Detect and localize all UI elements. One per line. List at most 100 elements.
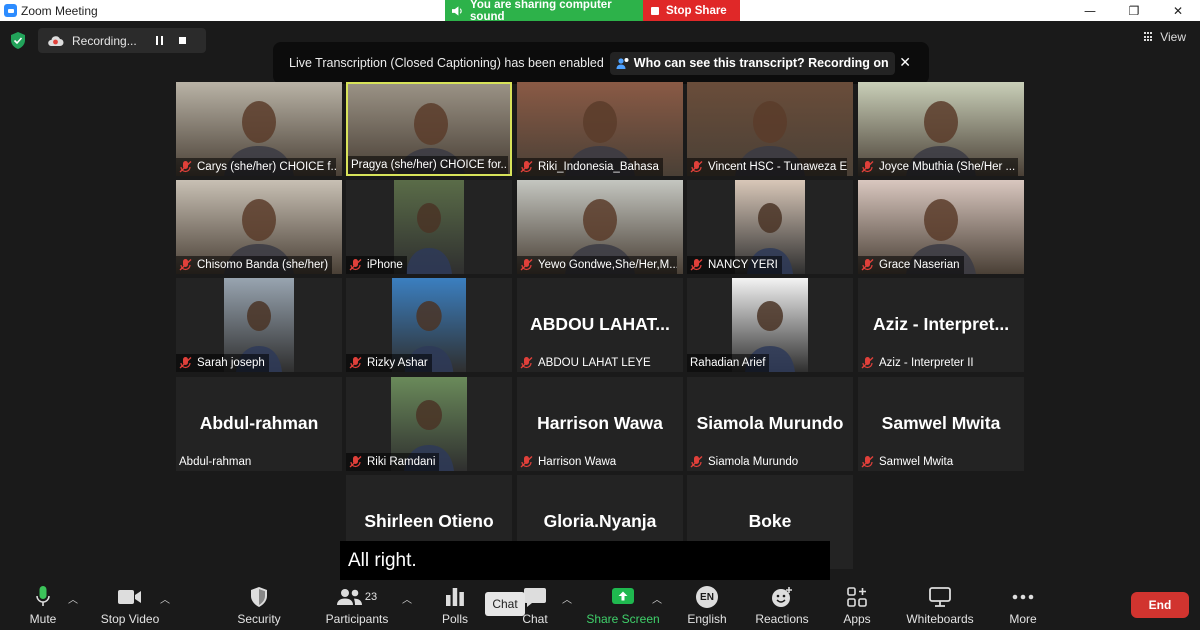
mute-button[interactable]: Mute [18,580,68,630]
caption-text: All right. [348,549,417,571]
participant-tile[interactable]: Pragya (she/her) CHOICE for... [346,82,512,176]
participant-name: Carys (she/her) CHOICE f... [197,161,336,173]
chat-label: Chat [522,612,548,626]
whiteboards-button[interactable]: Whiteboards [904,580,976,630]
participant-tile[interactable]: Chisomo Banda (she/her) [176,180,342,274]
participant-tile[interactable]: Harrison Wawa Harrison Wawa [517,377,683,471]
participant-name: Siamola Murundo [708,456,799,468]
participant-name-tag: Joyce Mbuthia (She/Her ... [858,158,1018,176]
apps-icon [847,587,867,607]
participant-tile[interactable]: Riki_Indonesia_Bahasa [517,82,683,176]
end-meeting-button[interactable]: End [1131,592,1189,618]
participant-name: Riki_Indonesia_Bahasa [538,161,659,173]
pause-recording-button[interactable] [156,36,163,45]
participant-tile[interactable]: Sarah joseph [176,278,342,372]
participant-name-tag: iPhone [346,256,407,274]
participant-display-name: Gloria.Nyanja [543,511,657,531]
language-interpretation-button[interactable]: EN English [686,580,728,630]
more-button[interactable]: More [1006,580,1040,630]
stop-video-button[interactable]: Stop Video [98,580,162,630]
security-shield-icon [251,587,267,607]
participant-name: Aziz - Interpreter II [879,357,974,369]
participants-button[interactable]: 23 Participants [324,580,390,630]
participant-tile[interactable]: Rizky Ashar [346,278,512,372]
participant-tile[interactable]: Grace Naserian [858,180,1024,274]
participant-name-tag: Vincent HSC - Tunaweza Em... [687,158,847,176]
whiteboard-icon [929,587,951,607]
speaker-icon [452,5,462,16]
participant-name: Sarah joseph [197,357,265,369]
muted-mic-icon [520,258,533,271]
close-window-button[interactable]: ✕ [1156,0,1200,21]
grid-view-icon [1144,32,1154,42]
participant-name: Pragya (she/her) CHOICE for... [351,159,508,171]
participant-name-tag: Chisomo Banda (she/her) [176,256,333,274]
transcript-visibility-link[interactable]: Who can see this transcript? Recording o… [609,51,895,75]
polls-chart-icon [446,588,464,606]
participant-tile[interactable]: Carys (she/her) CHOICE f... [176,82,342,176]
participant-name-tag: Rizky Ashar [346,354,432,372]
participant-tile[interactable]: Abdul-rahman Abdul-rahman [176,377,342,471]
participant-name-tag: Siamola Murundo [687,453,802,471]
close-banner-icon[interactable]: ✕ [899,54,911,71]
participant-count: 23 [364,591,378,603]
audio-options-caret-icon[interactable]: ︿ [68,591,78,606]
participant-name-tag: Aziz - Interpreter II [858,354,978,372]
participant-tile[interactable]: Yewo Gondwe,She/Her,M... [517,180,683,274]
participant-name: Yewo Gondwe,She/Her,M... [538,259,677,271]
sharing-sound-text: You are sharing computer sound [470,0,612,23]
participant-name: Grace Naserian [879,259,960,271]
stop-recording-button[interactable] [179,37,186,44]
participant-name: NANCY YERI [708,259,778,271]
window-controls: — ❐ ✕ [1068,0,1200,21]
participant-tile[interactable]: Samwel Mwita Samwel Mwita [858,377,1024,471]
polls-label: Polls [441,612,468,626]
video-options-caret-icon[interactable]: ︿ [160,591,170,606]
participant-name: Abdul-rahman [179,456,252,468]
participant-display-name: Samwel Mwita [881,413,1001,433]
participant-name: Rizky Ashar [367,357,428,369]
participant-tile[interactable]: Rahadian Arief [687,278,853,372]
more-dots-icon [1012,594,1034,600]
participant-name-tag: NANCY YERI [687,256,782,274]
person-info-icon [616,57,629,69]
chat-options-caret-icon[interactable]: ︿ [562,591,572,606]
apps-button[interactable]: Apps [840,580,874,630]
participant-tile[interactable]: ABDOU LAHAT... ABDOU LAHAT LEYE [517,278,683,372]
stop-share-label: Stop Share [666,4,727,17]
participant-name: Samwel Mwita [879,456,954,468]
security-label: Security [237,612,281,626]
reactions-button[interactable]: Reactions [754,580,810,630]
minimize-button[interactable]: — [1068,0,1112,21]
participant-name-tag: Abdul-rahman [176,453,255,471]
stop-share-button[interactable]: Stop Share [643,0,740,21]
chat-tooltip: Chat [485,592,525,616]
view-button[interactable]: View [1144,30,1186,44]
encryption-shield-icon[interactable] [10,32,26,49]
transcript-visibility-text: Who can see this transcript? Recording o… [633,56,889,70]
apps-label: Apps [843,612,871,626]
participant-tile[interactable]: iPhone [346,180,512,274]
recording-indicator: Recording... [38,28,206,53]
participant-display-name: Aziz - Interpret... [872,314,1010,334]
participant-name-tag: Riki_Indonesia_Bahasa [517,158,663,176]
participants-label: Participants [325,612,389,626]
participant-tile[interactable]: NANCY YERI [687,180,853,274]
participant-tile[interactable]: Riki Ramdani [346,377,512,471]
participant-tile[interactable]: Siamola Murundo Siamola Murundo [687,377,853,471]
participants-options-caret-icon[interactable]: ︿ [402,591,412,606]
muted-mic-icon [690,258,703,271]
share-options-caret-icon[interactable]: ︿ [652,591,662,606]
participant-name: Chisomo Banda (she/her) [197,259,329,271]
polls-button[interactable]: Polls [438,580,472,630]
participant-tile[interactable]: Joyce Mbuthia (She/Her ... [858,82,1024,176]
participants-icon [336,589,362,605]
participant-tile[interactable]: Vincent HSC - Tunaweza Em... [687,82,853,176]
participant-tile[interactable]: Aziz - Interpret... Aziz - Interpreter II [858,278,1024,372]
share-screen-button[interactable]: Share Screen [586,580,660,630]
stop-video-label: Stop Video [100,612,160,626]
participant-name: Rahadian Arief [690,357,766,369]
security-button[interactable]: Security [236,580,282,630]
maximize-button[interactable]: ❐ [1112,0,1156,21]
reactions-label: Reactions [755,612,809,626]
